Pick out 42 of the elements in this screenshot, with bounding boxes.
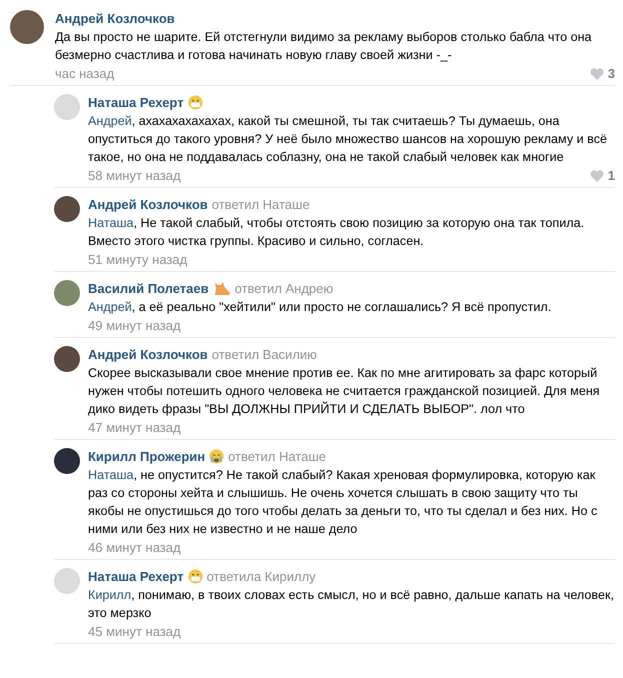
comment-text: Скорее высказывали свое мнение против ее. Как по мне агитировать за фарс который нужен чтобы потешить одного человека не считается гражданской позицией. Для меня дико видеть фразы "ВЫ ДОЛЖНЫ ПРИЙТИ И СДЕЛАТЬ ВЫБОР". лол что — [88, 365, 601, 418]
author-name[interactable]: Наташа Рехерт — [88, 94, 184, 111]
comment-time[interactable]: час назад — [55, 66, 114, 81]
author-name[interactable]: Василий Полетаев — [88, 280, 209, 297]
reply-to-link[interactable]: ответил Наташе — [228, 448, 326, 465]
mention-link[interactable]: Андрей — [88, 300, 132, 314]
avatar[interactable] — [10, 10, 44, 44]
author-name[interactable]: Кирилл Прожерин — [88, 448, 206, 465]
heart-icon — [590, 68, 604, 80]
mention-link[interactable]: Кирилл — [88, 588, 132, 602]
author-name[interactable]: Андрей Козлочков — [88, 196, 208, 213]
like-button[interactable]: 1 — [590, 168, 615, 183]
reply-to-link[interactable]: ответил Андрею — [234, 280, 334, 297]
comment-text: Андрей, а её реально "хейтили" или просто не соглашались? Я всё пропустил. — [88, 299, 552, 316]
comment-time[interactable]: 51 минуту назад — [88, 252, 188, 267]
comment-text: Да вы просто не шарите. Ей отстегнули видимо за рекламу выборов столько бабла что она безмерно счастлива и готова начинать новую главу своей жизни -_- — [55, 29, 593, 64]
like-button[interactable]: 3 — [590, 66, 615, 81]
mask-emoji-icon — [188, 95, 203, 110]
comment-time[interactable]: 45 минут назад — [88, 624, 181, 639]
heart-icon — [590, 170, 604, 182]
mask-emoji-icon — [188, 569, 203, 584]
comment-time[interactable]: 49 минут назад — [88, 318, 181, 333]
mention-link[interactable]: Наташа — [88, 216, 134, 230]
author-name[interactable]: Андрей Козлочков — [55, 10, 175, 27]
avatar[interactable] — [54, 448, 80, 474]
avatar[interactable] — [54, 196, 80, 222]
mention-link[interactable]: Андрей — [88, 114, 132, 128]
crying-emoji-icon — [209, 449, 224, 464]
avatar[interactable] — [54, 346, 80, 372]
reply-to-link[interactable]: ответила Кириллу — [206, 568, 316, 585]
comment-text: Наташа, не опустится? Не такой слабый? Какая хреновая формулировка, которую как раз со стороны хейта и слышишь. Не очень хочется слышать в свою защиту что ты якобы не опустишься до того чтобы делать за деньги то, что ты сделал и без них. Но с ними или без них не известно и не наше дело — [88, 467, 598, 538]
author-name[interactable]: Андрей Козлочков — [88, 346, 208, 363]
comment-text: Андрей, ахахахахахахах, какой ты смешной, ты так считаешь? Ты думаешь, она опуститься до такого уровня? У неё было множество шансов на хорошую рекламу и всё такое, но она не поддавалась соблазну, она не такой слабый человек как многие — [88, 113, 608, 166]
reply-to-link[interactable]: ответил Василию — [212, 346, 317, 363]
comment-text: Кирилл, понимаю, в твоих словах есть смысл, но и всё равно, дальше капать на человек, это мерзко — [88, 587, 615, 622]
comment-time[interactable]: 47 минут назад — [88, 420, 181, 435]
author-name[interactable]: Наташа Рехерт — [88, 568, 184, 585]
reply-to-link[interactable]: ответил Наташе — [212, 196, 310, 213]
comment-time[interactable]: 58 минут назад — [88, 168, 181, 183]
mention-link[interactable]: Наташа — [88, 468, 134, 482]
comment-time[interactable]: 46 минут назад — [88, 540, 181, 555]
comment-text: Наташа, Не такой слабый, чтобы отстоять свою позицию за которую она так топила. Вместо этого чистка группы. Красиво и сильно, согласен. — [88, 215, 586, 250]
